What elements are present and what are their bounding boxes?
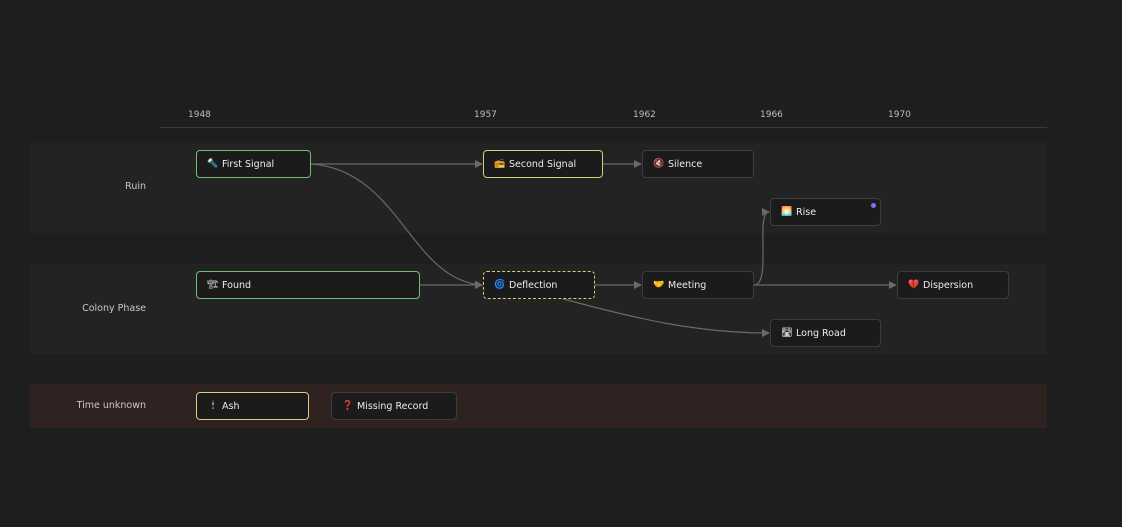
broken-heart-icon: 💔 [908,280,920,290]
node-rise[interactable]: 🌅 Rise [770,198,881,226]
node-label: Found [222,279,252,291]
axis-tick-1962: 1962 [633,110,656,120]
question-mark-icon: ❓ [342,401,354,411]
status-dot [871,203,876,208]
axis-tick-1948: 1948 [188,110,211,120]
node-deflection[interactable]: 🌀 Deflection [483,271,595,299]
radio-icon: 📻 [494,159,506,169]
node-label: Deflection [509,279,558,291]
sunrise-icon: 🌅 [781,207,793,217]
node-label: Meeting [668,279,707,291]
node-second-signal[interactable]: 📻 Second Signal [483,150,603,178]
lane-label-ruin: Ruin [125,181,146,192]
node-silence[interactable]: 🔇 Silence [642,150,754,178]
node-label: Dispersion [923,279,974,291]
node-ash[interactable]: 🕯 Ash [196,392,309,420]
node-label: Missing Record [357,400,429,412]
node-label: Ash [222,400,240,412]
flashlight-icon: 🔦 [207,159,219,169]
handshake-icon: 🤝 [653,280,665,290]
node-label: Second Signal [509,158,577,170]
axis-line [160,127,1047,128]
node-label: Silence [668,158,703,170]
node-long-road[interactable]: 🛣 Long Road [770,319,881,347]
node-label: Rise [796,206,817,218]
node-dispersion[interactable]: 💔 Dispersion [897,271,1009,299]
road-icon: 🛣 [781,328,793,338]
construction-icon: 🏗 [207,280,219,290]
lane-time-unknown [30,384,1047,428]
axis-tick-1957: 1957 [474,110,497,120]
axis-tick-1970: 1970 [888,110,911,120]
node-found[interactable]: 🏗 Found [196,271,420,299]
axis-tick-1966: 1966 [760,110,783,120]
muted-speaker-icon: 🔇 [653,159,665,169]
node-label: Long Road [796,327,846,339]
lane-label-colony-phase: Colony Phase [82,303,146,314]
node-missing-record[interactable]: ❓ Missing Record [331,392,457,420]
node-label: First Signal [222,158,275,170]
lane-label-time-unknown: Time unknown [76,400,146,411]
node-first-signal[interactable]: 🔦 First Signal [196,150,311,178]
cyclone-icon: 🌀 [494,280,506,290]
node-meeting[interactable]: 🤝 Meeting [642,271,754,299]
candle-icon: 🕯 [211,401,215,411]
